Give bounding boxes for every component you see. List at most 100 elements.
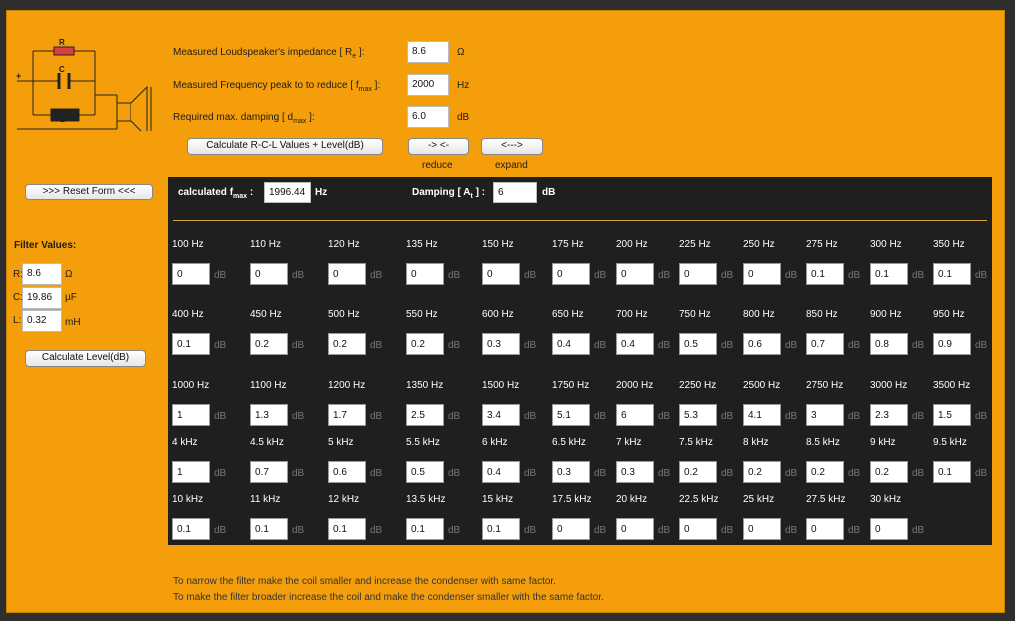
level-value-field[interactable]: 5.1 xyxy=(552,404,590,426)
level-value-field[interactable]: 0 xyxy=(552,263,590,285)
db-unit-label: dB xyxy=(292,270,305,281)
level-value-field[interactable]: 0.6 xyxy=(743,333,781,355)
level-value-field[interactable]: 2.3 xyxy=(870,404,908,426)
level-value-field[interactable]: 0.7 xyxy=(250,461,288,483)
db-unit-label: dB xyxy=(524,340,537,351)
db-unit-label: dB xyxy=(721,411,734,422)
db-unit-label: dB xyxy=(848,270,861,281)
db-unit-label: dB xyxy=(594,270,607,281)
db-unit-label: dB xyxy=(658,468,671,479)
level-value-field[interactable]: 0.1 xyxy=(172,518,210,540)
freq-label: 11 kHz xyxy=(250,494,281,505)
level-value-field[interactable]: 0.2 xyxy=(406,333,444,355)
level-value-field[interactable]: 0.2 xyxy=(743,461,781,483)
freq-label: 12 kHz xyxy=(328,494,360,505)
db-unit-label: dB xyxy=(594,411,607,422)
level-value-field[interactable]: 0.7 xyxy=(806,333,844,355)
level-value-field[interactable]: 0 xyxy=(552,518,590,540)
level-value-field[interactable]: 0.1 xyxy=(172,333,210,355)
db-unit-label: dB xyxy=(448,525,461,536)
level-value-field[interactable]: 0 xyxy=(806,518,844,540)
db-unit-label: dB xyxy=(214,525,227,536)
level-value-field[interactable]: 0.2 xyxy=(328,333,366,355)
level-value-field[interactable]: 0.3 xyxy=(552,461,590,483)
level-value-field[interactable]: 0.9 xyxy=(933,333,971,355)
level-value-field[interactable]: 1.5 xyxy=(933,404,971,426)
reduce-button[interactable]: -> <- xyxy=(408,138,469,155)
db-unit-label: dB xyxy=(912,340,925,351)
level-value-field[interactable]: 0 xyxy=(870,518,908,540)
level-value-field[interactable]: 0.4 xyxy=(616,333,654,355)
freq-label: 750 Hz xyxy=(679,309,711,320)
level-value-field[interactable]: 4.1 xyxy=(743,404,781,426)
circuit-diagram xyxy=(17,46,152,131)
expand-button[interactable]: <---> xyxy=(481,138,543,155)
level-value-field[interactable]: 0 xyxy=(250,263,288,285)
freq-label: 17.5 kHz xyxy=(552,494,592,505)
freq-label: 25 kHz xyxy=(743,494,775,505)
damping-input[interactable]: 6.0 xyxy=(407,106,449,128)
level-value-field[interactable]: 0.3 xyxy=(616,461,654,483)
freq-label: 20 kHz xyxy=(616,494,648,505)
db-unit-label: dB xyxy=(721,525,734,536)
impedance-input[interactable]: 8.6 xyxy=(407,41,449,63)
level-value-field[interactable]: 1.7 xyxy=(328,404,366,426)
level-value-field[interactable]: 0.1 xyxy=(250,518,288,540)
level-value-field[interactable]: 0.4 xyxy=(552,333,590,355)
freq-label: 8 kHz xyxy=(743,437,769,448)
calculate-level-button[interactable]: Calculate Level(dB) xyxy=(25,350,146,367)
level-value-field[interactable]: 0.1 xyxy=(328,518,366,540)
filter-c-unit: µF xyxy=(65,292,77,303)
level-value-field[interactable]: 0.1 xyxy=(482,518,520,540)
level-value-field[interactable]: 0.2 xyxy=(806,461,844,483)
level-value-field[interactable]: 0 xyxy=(172,263,210,285)
circuit-c-label: C xyxy=(59,65,65,74)
filter-c-input[interactable]: 19.86 xyxy=(22,287,62,309)
calculate-rcl-button[interactable]: Calculate R-C-L Values + Level(dB) xyxy=(187,138,383,155)
level-value-field[interactable]: 0.8 xyxy=(870,333,908,355)
level-value-field[interactable]: 2.5 xyxy=(406,404,444,426)
freq-label: 950 Hz xyxy=(933,309,965,320)
level-value-field[interactable]: 1 xyxy=(172,404,210,426)
level-value-field[interactable]: 0.4 xyxy=(482,461,520,483)
level-value-field[interactable]: 0.3 xyxy=(482,333,520,355)
level-value-field[interactable]: 0.1 xyxy=(806,263,844,285)
freq-label: 600 Hz xyxy=(482,309,514,320)
level-value-field[interactable]: 3.4 xyxy=(482,404,520,426)
level-value-field[interactable]: 0 xyxy=(406,263,444,285)
level-value-field[interactable]: 0 xyxy=(679,263,717,285)
calculated-fmax-value[interactable]: 1996.44 xyxy=(264,182,311,203)
filter-r-input[interactable]: 8.6 xyxy=(22,263,62,285)
level-value-field[interactable]: 0 xyxy=(743,263,781,285)
level-value-field[interactable]: 0.1 xyxy=(406,518,444,540)
level-value-field[interactable]: 3 xyxy=(806,404,844,426)
level-value-field[interactable]: 0 xyxy=(482,263,520,285)
level-value-field[interactable]: 0.1 xyxy=(933,461,971,483)
level-value-field[interactable]: 0 xyxy=(743,518,781,540)
db-unit-label: dB xyxy=(214,411,227,422)
level-value-field[interactable]: 0 xyxy=(616,518,654,540)
level-value-field[interactable]: 0.5 xyxy=(679,333,717,355)
level-value-field[interactable]: 0.2 xyxy=(870,461,908,483)
level-value-field[interactable]: 1 xyxy=(172,461,210,483)
damping-result-value[interactable]: 6 xyxy=(493,182,537,203)
reset-form-button[interactable]: >>> Reset Form <<< xyxy=(25,184,153,200)
level-value-field[interactable]: 0.2 xyxy=(250,333,288,355)
calculated-fmax-unit: Hz xyxy=(315,187,328,198)
freq-peak-input[interactable]: 2000 xyxy=(407,74,449,96)
filter-l-input[interactable]: 0.32 xyxy=(22,310,62,332)
level-value-field[interactable]: 0.1 xyxy=(870,263,908,285)
level-value-field[interactable]: 1.3 xyxy=(250,404,288,426)
level-value-field[interactable]: 0.1 xyxy=(933,263,971,285)
level-value-field[interactable]: 5.3 xyxy=(679,404,717,426)
freq-label: 30 kHz xyxy=(870,494,902,505)
db-unit-label: dB xyxy=(370,468,383,479)
level-value-field[interactable]: 0.5 xyxy=(406,461,444,483)
level-value-field[interactable]: 0 xyxy=(328,263,366,285)
level-value-field[interactable]: 0.6 xyxy=(328,461,366,483)
level-value-field[interactable]: 0 xyxy=(616,263,654,285)
db-unit-label: dB xyxy=(721,468,734,479)
level-value-field[interactable]: 0 xyxy=(679,518,717,540)
level-value-field[interactable]: 0.2 xyxy=(679,461,717,483)
level-value-field[interactable]: 6 xyxy=(616,404,654,426)
